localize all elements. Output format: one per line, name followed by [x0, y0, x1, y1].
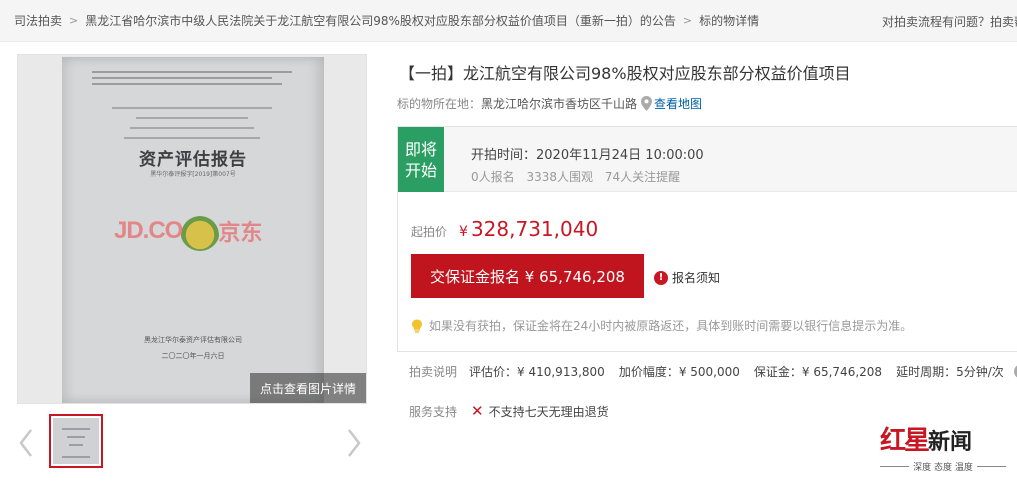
chevron-left-icon[interactable]: [16, 426, 36, 460]
document-date: 二〇二〇年一月六日: [161, 352, 225, 360]
hongxing-news-logo: 红星新闻 深度 态度 温度: [880, 420, 1010, 476]
item-title: 【一拍】龙江航空有限公司98%股权对应股东部分权益价值项目: [399, 64, 851, 83]
breadcrumb-item-detail: 标的物详情: [699, 14, 760, 28]
item-location: 标的物所在地： 黑龙江哈尔滨市香坊区千山路 查看地图: [397, 95, 702, 112]
reminder-count: 74人关注提醒: [604, 170, 681, 184]
start-price-label: 起拍价: [411, 225, 448, 239]
breadcrumb-separator-icon: >: [682, 14, 693, 27]
status-badge: 即将开始: [398, 127, 444, 192]
jd-sun-icon: [180, 211, 221, 251]
appraisal-price: 评估价：¥ 410,913,800: [469, 365, 605, 379]
start-price-row: 起拍价 ¥ 328,731,040: [411, 217, 598, 241]
registration-notice-label: 报名须知: [672, 271, 721, 285]
location-label: 标的物所在地：: [397, 97, 482, 111]
auction-status-bar: 即将开始 开拍时间：2020年11月24日 10:00:00 0人报名 3338…: [398, 127, 1017, 192]
document-number: 黑华尔泰评报字[2019]第007号: [150, 171, 236, 178]
watcher-count: 3338人围观: [526, 170, 594, 184]
thumbnail-selected[interactable]: [49, 414, 103, 468]
tip-text: 如果没有获拍，保证金将在24小时内被原路返还，具体到账时间需要以银行信息提示为准…: [429, 319, 913, 333]
start-time: 开拍时间：2020年11月24日 10:00:00: [471, 148, 704, 163]
auction-help-link[interactable]: 对拍卖流程有问题？拍卖帮: [882, 13, 1017, 30]
chevron-right-icon[interactable]: [344, 426, 364, 460]
logo-tagline: 深度 态度 温度: [880, 460, 1007, 473]
document-org: 黑龙江华尔泰资产评估有限公司: [144, 336, 242, 344]
bid-increment: 加价幅度：¥ 500,000: [618, 365, 740, 379]
lightbulb-icon: [412, 319, 422, 333]
start-price-value: 328,731,040: [470, 217, 599, 241]
no-return-policy: 不支持七天无理由退货: [488, 404, 609, 419]
map-pin-icon: [641, 96, 653, 111]
breadcrumb-item-judicial-auction[interactable]: 司法拍卖: [14, 12, 62, 29]
view-image-detail-button[interactable]: 点击查看图片详情: [250, 373, 366, 403]
registered-count: 0人报名: [471, 170, 515, 184]
auction-panel: 即将开始 开拍时间：2020年11月24日 10:00:00 0人报名 3338…: [397, 126, 1017, 352]
deposit-amount: 保证金：¥ 65,746,208: [753, 365, 883, 379]
service-support-row: 服务支持 ✕ 不支持七天无理由退货: [409, 402, 609, 420]
document-title: 资产评估报告: [139, 150, 247, 170]
main-image[interactable]: 资产评估报告 黑华尔泰评报字[2019]第007号 黑龙江华尔泰资产评估有限公司…: [17, 54, 367, 404]
breadcrumb-item-announcement[interactable]: 黑龙江省哈尔滨市中级人民法院关于龙江航空有限公司98%股权对应股东部分权益价值项…: [85, 12, 676, 29]
breadcrumb-separator-icon: >: [69, 14, 79, 27]
currency-symbol: ¥: [459, 224, 468, 240]
delay-period: 延时周期：5分钟/次: [896, 365, 1004, 379]
cross-icon: ✕: [471, 402, 484, 420]
registration-notice-link[interactable]: ! 报名须知: [654, 269, 720, 286]
logo-red-text: 红星: [880, 426, 930, 456]
exclamation-icon: !: [654, 270, 668, 285]
auction-info-row: 拍卖说明 评估价：¥ 410,913,800 加价幅度：¥ 500,000 保证…: [409, 363, 1017, 380]
auction-stats: 0人报名 3338人围观 74人关注提醒: [471, 168, 688, 185]
view-map-link[interactable]: 查看地图: [654, 95, 702, 112]
breadcrumb: 司法拍卖 > 黑龙江省哈尔滨市中级人民法院关于龙江航空有限公司98%股权对应股东…: [0, 0, 1017, 42]
deposit-refund-tip: 如果没有获拍，保证金将在24小时内被原路返还，具体到账时间需要以银行信息提示为准…: [411, 317, 912, 334]
deposit-register-button[interactable]: 交保证金报名 ¥ 65,746,208: [411, 254, 644, 298]
location-value: 黑龙江哈尔滨市香坊区千山路: [481, 97, 638, 111]
logo-black-text: 新闻: [928, 429, 973, 455]
service-support-label: 服务支持: [409, 404, 458, 419]
auction-info-label: 拍卖说明: [409, 365, 458, 379]
jd-watermark: JD.CO 京东: [114, 211, 262, 251]
